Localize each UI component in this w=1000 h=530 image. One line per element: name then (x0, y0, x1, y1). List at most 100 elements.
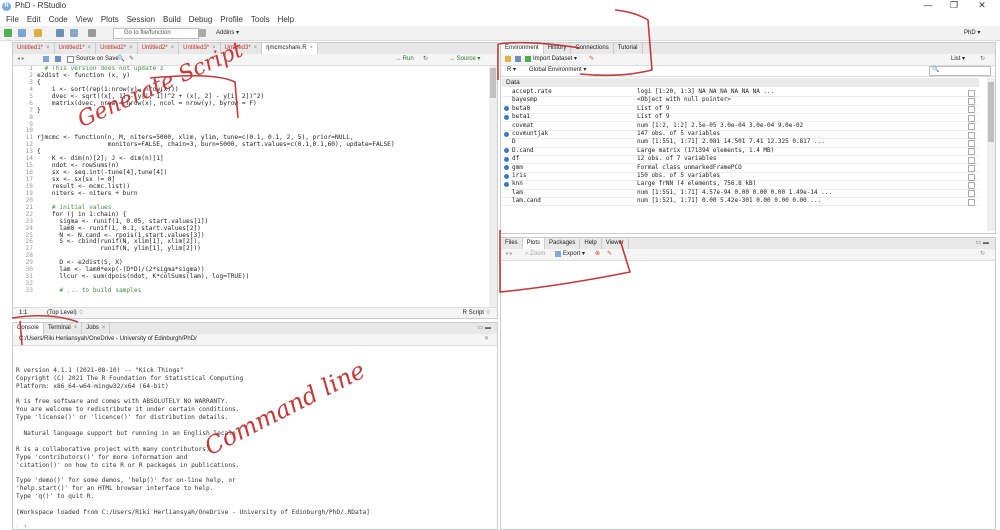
restore-button[interactable]: ❐ (944, 0, 964, 11)
menu-build[interactable]: Build (163, 15, 181, 24)
save-all-icon[interactable] (70, 29, 78, 37)
rerun-icon[interactable]: ↻ (423, 54, 428, 65)
editor-tab[interactable]: Untitled2* × (138, 43, 180, 54)
close-tab-icon[interactable]: × (254, 45, 258, 51)
tab-files[interactable]: Files (501, 238, 523, 249)
close-tab-icon[interactable]: × (102, 325, 106, 331)
expand-icon[interactable] (504, 148, 509, 154)
clear-plots-icon[interactable]: ✎ (607, 249, 612, 260)
tab-environment[interactable]: Environment (501, 43, 544, 54)
project-menu[interactable]: PhD ▾ (964, 28, 980, 38)
search-icon[interactable]: 🔍 (117, 54, 124, 65)
expand-icon[interactable] (504, 181, 509, 187)
code-line[interactable]: 2 e2dist <- function (x, y) (13, 72, 487, 80)
close-button[interactable]: ✕ (972, 0, 992, 11)
menu-file[interactable]: File (6, 15, 19, 24)
code-line[interactable]: 33 # ... to build samples (13, 287, 487, 295)
minimize-button[interactable]: — (918, 0, 938, 10)
editor-scroll-thumb[interactable] (490, 68, 496, 98)
new-project-icon[interactable] (18, 29, 26, 37)
menu-help[interactable]: Help (278, 15, 294, 24)
export-button[interactable]: Export ▾ (563, 249, 585, 260)
tab-connections[interactable]: Connections (571, 43, 614, 54)
remove-plot-icon[interactable]: ⊗ (595, 249, 600, 260)
tab-terminal[interactable]: Terminal × (44, 323, 83, 334)
code-line[interactable]: 27 runif(N, ylim[1], ylim[2])) (13, 245, 487, 253)
menu-tools[interactable]: Tools (251, 15, 270, 24)
expand-icon[interactable] (504, 165, 509, 171)
close-tab-icon[interactable]: × (310, 45, 314, 51)
close-tab-icon[interactable]: × (171, 45, 175, 51)
new-file-icon[interactable] (4, 29, 12, 37)
wand-icon[interactable]: ✎ (129, 54, 134, 65)
print-icon[interactable] (88, 29, 96, 37)
expand-icon[interactable] (504, 173, 509, 179)
view-data-icon[interactable] (968, 198, 975, 206)
menu-view[interactable]: View (76, 15, 93, 24)
scope-selector[interactable]: (Top Level) ♢ (47, 308, 84, 318)
back-forward-icon[interactable]: ◂ ▸ (17, 54, 25, 65)
source-button[interactable]: → Source ▾ (449, 54, 480, 65)
tab-history[interactable]: History (544, 43, 572, 54)
clear-console-icon[interactable]: ✕ (484, 334, 489, 345)
environment-search-input[interactable]: 🔍 (929, 66, 991, 76)
tab-help[interactable]: Help (580, 238, 602, 249)
source-on-save-checkbox[interactable] (67, 56, 74, 63)
close-tab-icon[interactable]: × (88, 45, 92, 51)
refresh-icon[interactable]: ↻ (980, 54, 985, 65)
code-line[interactable]: 12 monitors=FALSE, chain=3, burn=5000, s… (13, 141, 487, 149)
expand-icon[interactable] (504, 114, 509, 120)
pane-resize-icon[interactable]: ▭ ▬ (976, 238, 989, 249)
save-file-icon[interactable] (55, 56, 61, 62)
tab-tutorial[interactable]: Tutorial (614, 43, 643, 54)
editor-scrollbar[interactable] (489, 66, 497, 308)
refresh-icon[interactable]: ↻ (980, 249, 985, 260)
menu-debug[interactable]: Debug (189, 15, 213, 24)
close-tab-icon[interactable]: × (129, 45, 133, 51)
code-line[interactable]: 31 llcur <- sum(dpois(ndot, K*colSums(la… (13, 273, 487, 281)
tab-packages[interactable]: Packages (545, 238, 581, 249)
r-language-selector[interactable]: R ▾ (507, 65, 516, 76)
editor-tab[interactable]: Untitled1* × (13, 43, 55, 54)
load-workspace-icon[interactable] (505, 56, 511, 62)
menu-code[interactable]: Code (49, 15, 68, 24)
grid-layout-icon[interactable] (198, 29, 206, 37)
expand-icon[interactable] (504, 106, 509, 112)
menu-session[interactable]: Session (127, 15, 155, 24)
close-tab-icon[interactable]: × (74, 325, 78, 331)
code-line[interactable]: 19 niters <- niters + burn (13, 190, 487, 198)
import-dataset-button[interactable]: Import Dataset ▾ (533, 54, 577, 65)
pane-resize-icon[interactable]: ▭ ▬ (478, 323, 491, 334)
environment-scroll-thumb[interactable] (988, 82, 994, 142)
environment-row[interactable]: lam.cand num [1:521, 1:71] 0.00 5.42e-301… (502, 197, 979, 207)
console-output[interactable]: R version 4.1.1 (2021-08-10) -- "Kick Th… (16, 359, 491, 527)
menu-profile[interactable]: Profile (220, 15, 243, 24)
save-workspace-icon[interactable] (515, 56, 521, 62)
editor-tab[interactable]: Untitled1* × (55, 43, 97, 54)
tab-console[interactable]: Console (13, 323, 45, 334)
tab-viewer[interactable]: Viewer (602, 238, 629, 249)
broom-icon[interactable]: ✎ (589, 54, 594, 65)
menu-plots[interactable]: Plots (101, 15, 119, 24)
expand-icon[interactable] (504, 156, 509, 162)
editor-tab-active[interactable]: rjmcmcshare.R × (262, 43, 319, 54)
addins-menu[interactable]: Addins ▾ (216, 28, 239, 38)
global-environment-selector[interactable]: Global Environment ▾ (529, 65, 586, 76)
file-type-selector[interactable]: R Script ♢ (463, 308, 491, 318)
plot-back-forward-icon[interactable]: ◂ ▸ (505, 249, 513, 260)
expand-icon[interactable] (504, 131, 509, 137)
show-in-window-icon[interactable] (43, 56, 49, 62)
zoom-button[interactable]: ⌕ Zoom (525, 249, 545, 260)
environment-scrollbar[interactable] (987, 78, 995, 231)
list-view-selector[interactable]: List ▾ (951, 54, 965, 65)
tab-jobs[interactable]: Jobs × (82, 323, 111, 334)
save-icon[interactable] (56, 29, 64, 37)
open-file-icon[interactable] (34, 29, 42, 37)
goto-file-input[interactable]: Go to file/function (113, 28, 199, 39)
menu-edit[interactable]: Edit (27, 15, 41, 24)
editor-tab[interactable]: Untitled2* × (96, 43, 138, 54)
run-button[interactable]: → Run (395, 54, 414, 65)
code-area[interactable]: 1 # This version does not update z 2 e2dis… (13, 66, 487, 308)
tab-plots[interactable]: Plots (522, 238, 546, 249)
close-tab-icon[interactable]: × (46, 45, 50, 51)
